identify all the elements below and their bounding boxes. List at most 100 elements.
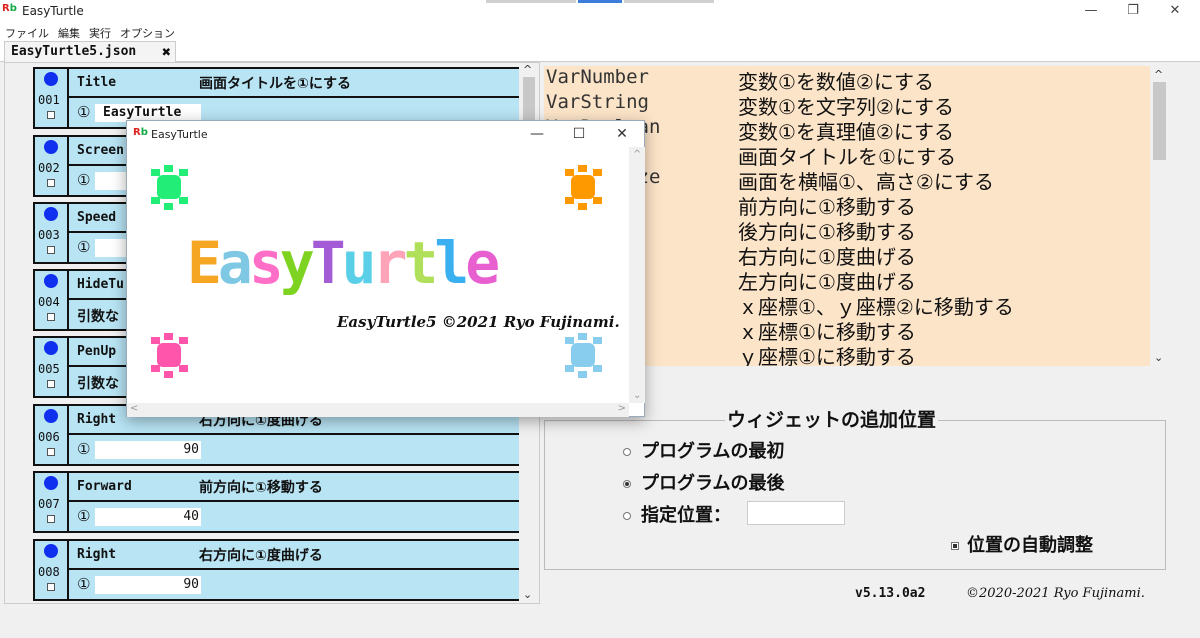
splash-minimize-button[interactable]: —: [524, 125, 550, 143]
title-bar: Rb EasyTurtle — ❐ ✕: [0, 0, 1200, 22]
command-list-scrollbar[interactable]: ^ ⌄: [1150, 66, 1170, 366]
splash-title: EasyTurtle: [151, 128, 208, 141]
command-list-item[interactable]: VarString 変数①を文字列②にする: [544, 91, 1150, 119]
block-number-cell: 002: [35, 137, 69, 195]
menu-edit[interactable]: 編集: [58, 27, 80, 40]
radio-program-start[interactable]: プログラムの最初: [623, 437, 784, 463]
block-arg-row: ① 90: [69, 570, 521, 599]
radio-program-end[interactable]: プログラムの最後: [623, 469, 784, 495]
splash-canvas: EasyTurtle EasyTurtle5 ©2021 Ryo Fujinam…: [127, 147, 629, 403]
checkbox-icon[interactable]: [951, 542, 959, 550]
breakpoint-dot-icon[interactable]: [44, 476, 58, 490]
block-number: 004: [38, 295, 60, 309]
splash-window: Rb EasyTurtle — ☐ ✕ EasyTurtle EasyTurtl…: [126, 120, 645, 417]
splash-hscrollbar[interactable]: < >: [127, 403, 629, 417]
menu-run[interactable]: 実行: [89, 27, 111, 40]
minimize-button[interactable]: —: [1076, 2, 1106, 20]
scroll-down-icon[interactable]: ⌄: [1154, 351, 1163, 364]
block-command: Forward: [77, 479, 132, 494]
menu-bar: ファイル 編集 実行 オプション: [0, 22, 1200, 40]
block-number-cell: 008: [35, 541, 69, 599]
menu-file[interactable]: ファイル: [5, 27, 49, 40]
block-select-checkbox[interactable]: [47, 583, 55, 591]
app-icon: Rb: [2, 3, 17, 14]
taskbar-hint-active: [578, 0, 622, 3]
arg-input[interactable]: 40: [95, 508, 201, 526]
logo-letter: t: [403, 229, 438, 297]
block-number: 002: [38, 161, 60, 175]
block-description: 前方向に①移動する: [199, 480, 323, 496]
arg-input[interactable]: 90: [95, 576, 201, 594]
maximize-button[interactable]: ❐: [1118, 2, 1148, 20]
command-list-item[interactable]: VarNumber 変数①を数値②にする: [544, 66, 1150, 94]
taskbar-hint: [624, 0, 714, 3]
tab-file[interactable]: EasyTurtle5.json ✖: [4, 41, 176, 62]
block-command: HideTu: [77, 277, 124, 292]
turtle-icon: [151, 165, 188, 210]
block-header: Forward 前方向に①移動する: [69, 473, 521, 502]
block-select-checkbox[interactable]: [47, 380, 55, 388]
block-arg-row: ① 90: [69, 435, 521, 464]
block-number-cell: 001: [35, 69, 69, 127]
program-block[interactable]: 008 Right 右方向に①度曲げる ① 90: [33, 539, 521, 601]
block-select-checkbox[interactable]: [47, 179, 55, 187]
splash-vscrollbar[interactable]: ^ ⌄: [629, 147, 645, 403]
radio-specified-position[interactable]: 指定位置：: [623, 501, 731, 527]
block-command: PenUp: [77, 344, 117, 359]
logo-letter: T: [310, 229, 346, 297]
logo-letter: e: [465, 229, 500, 297]
breakpoint-dot-icon[interactable]: [44, 207, 58, 221]
block-header: Right 右方向に①度曲げる: [69, 541, 521, 570]
no-args-label: 引数な: [77, 376, 119, 392]
auto-adjust-checkbox[interactable]: 位置の自動調整: [951, 531, 1093, 557]
radio-icon[interactable]: [623, 512, 631, 520]
window-title: EasyTurtle: [22, 4, 84, 18]
block-select-checkbox[interactable]: [47, 448, 55, 456]
block-number: 006: [38, 430, 60, 444]
splash-credit: EasyTurtle5 ©2021 Ryo Fujinami.: [337, 313, 620, 331]
block-command: Title: [77, 75, 117, 90]
block-command: Right: [77, 412, 117, 427]
version-label: v5.13.0a2: [855, 586, 926, 601]
block-select-checkbox[interactable]: [47, 515, 55, 523]
arg-marker: ①: [77, 103, 91, 121]
command-description: ｙ座標①に移動する: [738, 345, 916, 366]
breakpoint-dot-icon[interactable]: [44, 140, 58, 154]
scroll-thumb[interactable]: [1153, 82, 1166, 160]
close-button[interactable]: ✕: [1160, 2, 1190, 20]
logo-letter: u: [341, 229, 377, 297]
breakpoint-dot-icon[interactable]: [44, 341, 58, 355]
splash-maximize-button[interactable]: ☐: [566, 125, 592, 143]
arg-marker: ①: [77, 238, 91, 256]
breakpoint-dot-icon[interactable]: [44, 72, 58, 86]
logo-letter: l: [434, 229, 469, 297]
menu-options[interactable]: オプション: [120, 27, 175, 40]
logo-letter: a: [217, 229, 253, 297]
splash-title-bar: Rb EasyTurtle — ☐ ✕: [127, 121, 644, 147]
logo-letter: s: [248, 229, 284, 297]
tab-close-icon[interactable]: ✖: [162, 42, 171, 62]
block-select-checkbox[interactable]: [47, 246, 55, 254]
program-block[interactable]: 007 Forward 前方向に①移動する ① 40: [33, 471, 521, 533]
breakpoint-dot-icon[interactable]: [44, 544, 58, 558]
block-description: 画面タイトルを①にする: [199, 76, 351, 92]
block-command: Right: [77, 547, 117, 562]
block-select-checkbox[interactable]: [47, 313, 55, 321]
block-command: Speed: [77, 210, 117, 225]
breakpoint-dot-icon[interactable]: [44, 409, 58, 423]
app-icon: Rb: [133, 127, 148, 138]
breakpoint-dot-icon[interactable]: [44, 274, 58, 288]
block-select-checkbox[interactable]: [47, 111, 55, 119]
turtle-icon: [565, 165, 602, 210]
scroll-up-icon[interactable]: ^: [523, 63, 532, 76]
scroll-down-icon[interactable]: ⌄: [523, 588, 532, 601]
scroll-up-icon[interactable]: ^: [1154, 68, 1163, 81]
turtle-icon: [151, 333, 188, 378]
copyright-label: ©2020-2021 Ryo Fujinami.: [966, 586, 1145, 601]
radio-icon[interactable]: [623, 448, 631, 456]
position-input[interactable]: [747, 501, 845, 525]
arg-input[interactable]: 90: [95, 441, 201, 459]
splash-close-button[interactable]: ✕: [609, 125, 635, 143]
block-number-cell: 006: [35, 406, 69, 464]
radio-icon[interactable]: [623, 480, 631, 488]
